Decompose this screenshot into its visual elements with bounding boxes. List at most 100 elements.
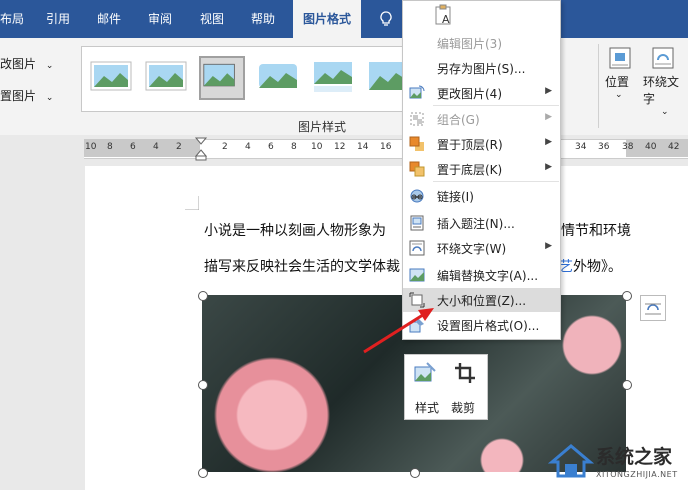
menu-item-link[interactable]: 链接(I) [403,184,560,208]
picture-style-thumb[interactable] [257,56,299,96]
watermark-url: XITONGZHIJIA.NET [596,470,678,479]
paragraph-link[interactable]: 艺 [559,256,573,276]
position-button[interactable]: 位置 ⌄ [605,46,635,110]
ruler-tick: 6 [130,142,136,152]
menu-item-save-as-picture[interactable]: 另存为图片(S)... [403,56,560,80]
tab-picture-format[interactable]: 图片格式 [293,0,362,38]
submenu-arrow-icon: ▶ [545,162,552,172]
menu-item-edit-alt-text[interactable]: 编辑替换文字(A)... [403,263,560,287]
send-to-back-icon [409,161,425,177]
resize-handle[interactable] [622,291,632,301]
menu-item-label: 设置图片格式(O)... [437,319,540,333]
change-picture-icon [409,85,425,99]
ruler-tick: 10 [85,142,97,152]
watermark: 系统之家 XITONGZHIJIA.NET [548,438,688,490]
submenu-arrow-icon: ▶ [545,86,552,96]
menu-item-label: 编辑图片(3) [437,37,502,51]
menu-item-bring-to-front[interactable]: 置于顶层(R) ▶ [403,132,560,156]
menu-separator [433,105,559,106]
picture-style-thumb-selected[interactable] [199,56,245,100]
link-icon [410,189,424,203]
ruler-margin-left [84,139,200,157]
picture-styles-gallery[interactable] [81,46,407,112]
group-label-picture-styles: 图片样式 [298,120,347,134]
ribbon: 更改图片 ⌄ 重置图片 ⌄ [0,38,688,136]
menu-item-format-picture[interactable]: 设置图片格式(O)... [403,313,560,337]
position-icon [609,47,631,69]
ruler-tick: 4 [153,142,159,152]
tab-help[interactable]: 帮助 [251,0,275,38]
tab-view[interactable]: 视图 [200,0,224,38]
ruler-tick: 6 [268,142,274,152]
ruler-tick: 34 [575,142,587,152]
picture-style-image [203,63,235,87]
wrap-text-button[interactable]: 环绕文字 ⌄ [643,46,688,117]
paragraph-line-1: 小说是一种以刻画人物形象为 [204,223,386,239]
group-icon [410,112,424,126]
ruler-tick: 38 [622,142,634,152]
margin-corner-marker [185,196,199,210]
lightbulb-icon[interactable] [379,11,393,27]
menu-item-send-to-back[interactable]: 置于底层(K) ▶ [403,157,560,181]
menu-item-insert-caption[interactable]: 插入题注(N)... [403,211,560,235]
wrap-text-icon [409,240,425,256]
menu-item-size-and-position[interactable]: 大小和位置(Z)... [403,288,560,312]
menu-separator [433,181,559,182]
ruler-tick: 4 [245,142,251,152]
ruler-tick: 2 [222,142,228,152]
crop-button[interactable]: 裁剪 [449,361,481,415]
indent-marker-icon[interactable] [195,137,207,161]
resize-handle[interactable] [410,468,420,478]
chevron-down-icon: ⌄ [45,93,54,103]
ruler-tick: 2 [176,142,182,152]
watermark-brand: 系统之家 [596,446,673,468]
layout-options-button[interactable] [640,295,666,321]
resize-handle[interactable] [198,468,208,478]
tab-layout[interactable]: 布局 [0,0,24,38]
menu-item-label: 组合(G) [437,113,480,127]
change-picture-button[interactable]: 更改图片 ⌄ [0,55,53,72]
menu-item-group[interactable]: 组合(G) ▶ [403,107,560,131]
picture-style-thumb[interactable] [90,56,132,96]
resize-handle[interactable] [198,291,208,301]
tab-mailings[interactable]: 邮件 [97,0,121,38]
format-picture-icon [409,318,424,333]
horizontal-ruler: 10 8 6 4 2 2 4 6 8 10 12 14 16 34 36 38 … [0,135,688,161]
change-picture-label: 更改图片 [0,57,37,71]
picture-style-thumb[interactable] [145,56,187,96]
paste-keep-text-icon[interactable]: A [433,4,455,26]
tab-review[interactable]: 审阅 [148,0,172,38]
reset-picture-button[interactable]: 重置图片 ⌄ [0,87,53,104]
chevron-down-icon: ⌄ [45,61,54,71]
reset-picture-label: 重置图片 [0,89,37,103]
menu-item-wrap-text[interactable]: 环绕文字(W) ▶ [403,236,560,260]
resize-handle[interactable] [622,380,632,390]
menu-item-change-picture[interactable]: 更改图片(4) ▶ [403,81,560,105]
size-position-icon [409,292,425,308]
crop-icon [455,363,475,383]
paste-options-row: A [403,1,560,29]
picture-style-icon [414,362,436,382]
insert-caption-icon [410,215,424,231]
alt-text-icon [409,268,425,282]
style-button[interactable]: 样式 [413,361,443,415]
ruler-tick: 14 [357,142,369,152]
menu-item-label: 置于底层(K) [437,163,503,177]
position-label: 位置 [605,75,630,89]
menu-item-label: 置于顶层(R) [437,138,503,152]
ruler-tick: 42 [668,142,680,152]
resize-handle[interactable] [198,380,208,390]
ribbon-tab-bar: 布局 引用 邮件 审阅 视图 帮助 图片格式 [0,0,688,38]
menu-item-label: 链接(I) [437,190,474,204]
menu-item-label: 另存为图片(S)... [437,62,526,76]
style-label: 样式 [415,401,440,415]
ribbon-separator [598,44,599,128]
picture-style-thumb[interactable] [312,56,354,96]
crop-label: 裁剪 [451,401,476,415]
chevron-down-icon: ⌄ [661,107,669,117]
context-menu: A 编辑图片(3) 另存为图片(S)... 更改图片(4) ▶ 组合(G) ▶ … [402,0,561,340]
paragraph-line-1-end: 情节和环境 [561,223,631,239]
tab-references[interactable]: 引用 [46,0,70,38]
submenu-arrow-icon: ▶ [545,137,552,147]
menu-item-edit-picture[interactable]: 编辑图片(3) [403,31,560,55]
